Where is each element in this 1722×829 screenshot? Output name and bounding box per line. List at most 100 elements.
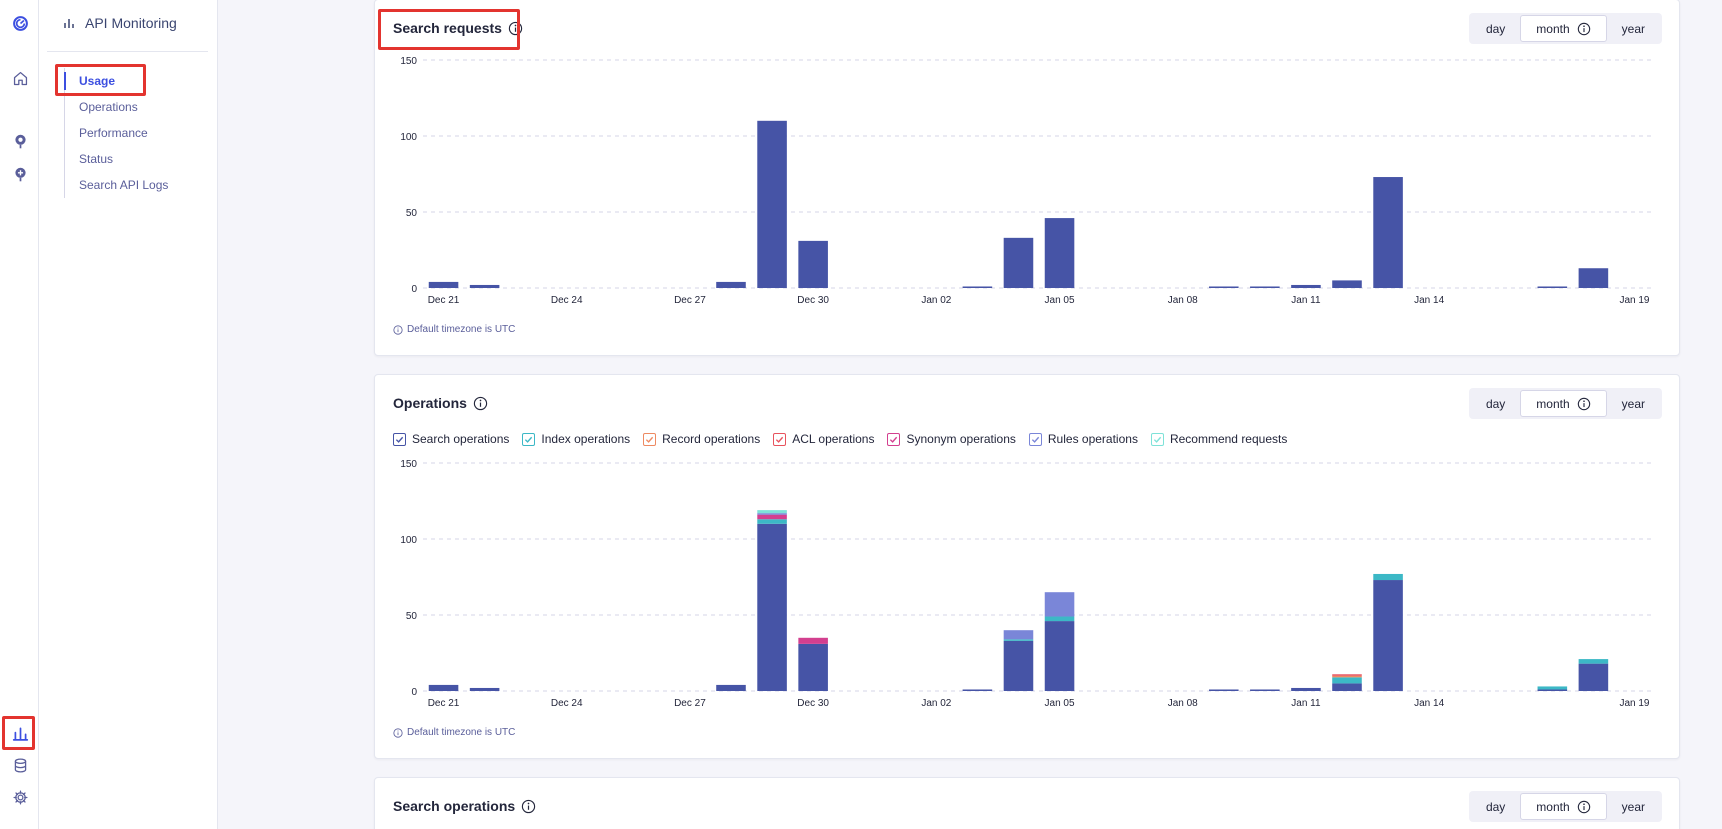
search-pin-icon[interactable]	[8, 129, 32, 153]
bar[interactable]	[1332, 674, 1362, 676]
legend-item-synonym-operations[interactable]: Synonym operations	[887, 432, 1016, 446]
bar[interactable]	[1373, 573, 1403, 581]
info-icon[interactable]	[521, 799, 536, 814]
legend-item-acl-operations[interactable]: ACL operations	[773, 432, 874, 446]
bar[interactable]	[1209, 286, 1239, 288]
bar[interactable]	[757, 523, 787, 691]
bar[interactable]	[1537, 286, 1568, 288]
nav-item-performance[interactable]: Performance	[65, 120, 204, 146]
bar[interactable]	[757, 510, 787, 514]
x-tick-label: Dec 30	[797, 698, 829, 709]
bar[interactable]	[757, 514, 787, 520]
legend-item-search-operations[interactable]: Search operations	[393, 432, 509, 446]
bar[interactable]	[1044, 218, 1075, 288]
checkbox-icon[interactable]	[522, 432, 536, 446]
bar[interactable]	[1003, 237, 1034, 288]
bar[interactable]	[1332, 677, 1362, 684]
bar[interactable]	[1373, 580, 1403, 691]
bar[interactable]	[1578, 268, 1609, 288]
bar[interactable]	[1332, 675, 1362, 678]
bar[interactable]	[757, 519, 787, 524]
secondary-nav: API Monitoring Usage Operations Performa…	[39, 0, 218, 829]
x-tick-label: Jan 02	[921, 295, 951, 306]
add-pin-icon[interactable]	[8, 162, 32, 186]
nav-item-status[interactable]: Status	[65, 146, 204, 172]
search-requests-chart-svg: 0 50 100 150 Dec 21 Dec 24 Dec 27 Dec 30 Jan 02 J…	[400, 56, 1655, 306]
period-year-button[interactable]: year	[1607, 390, 1660, 417]
period-month-button[interactable]: month	[1520, 15, 1607, 42]
checkbox-icon[interactable]	[393, 432, 406, 446]
bar[interactable]	[1250, 286, 1280, 288]
info-icon[interactable]	[473, 396, 488, 411]
bar[interactable]	[469, 687, 500, 691]
bar[interactable]	[1373, 177, 1403, 288]
period-year-button[interactable]: year	[1607, 15, 1660, 42]
x-tick-label: Jan 19	[1619, 698, 1649, 709]
period-day-button[interactable]: day	[1471, 390, 1520, 417]
bar[interactable]	[716, 281, 746, 288]
timezone-note-text: Default timezone is UTC	[407, 324, 516, 335]
bar[interactable]	[428, 281, 459, 288]
info-icon	[1577, 800, 1590, 813]
checkbox-icon[interactable]	[887, 432, 901, 446]
timezone-note-text: Default timezone is UTC	[407, 727, 516, 738]
bar[interactable]	[1291, 284, 1321, 288]
bar[interactable]	[962, 286, 993, 288]
bar[interactable]	[1291, 687, 1321, 691]
y-tick-label: 100	[400, 535, 417, 546]
bar[interactable]	[1578, 663, 1609, 691]
x-tick-label: Dec 30	[797, 295, 829, 306]
bar[interactable]	[428, 684, 459, 691]
bar[interactable]	[1209, 689, 1239, 691]
period-toggle: day month year	[1468, 791, 1662, 822]
bar[interactable]	[469, 284, 500, 288]
x-tick-label: Dec 27	[674, 295, 706, 306]
bar[interactable]	[798, 240, 828, 288]
bar[interactable]	[716, 684, 746, 691]
checkbox-icon[interactable]	[1028, 432, 1042, 446]
checkbox-icon[interactable]	[773, 432, 787, 446]
bar[interactable]	[1003, 639, 1034, 641]
legend-item-rules-operations[interactable]: Rules operations	[1028, 432, 1138, 446]
period-year-label: year	[1621, 396, 1645, 411]
period-day-button[interactable]: day	[1471, 793, 1520, 820]
legend-label: Index operations	[541, 432, 631, 446]
period-month-button[interactable]: month	[1520, 793, 1607, 820]
bar[interactable]	[1044, 616, 1075, 622]
bar[interactable]	[757, 513, 787, 515]
bar[interactable]	[1332, 280, 1362, 288]
legend-item-record-operations[interactable]: Record operations	[643, 432, 760, 446]
legend-item-recommend-requests[interactable]: Recommend requests	[1150, 432, 1287, 446]
checkbox-icon[interactable]	[643, 432, 657, 446]
bar[interactable]	[1044, 592, 1075, 617]
icon-rail	[0, 0, 39, 829]
period-day-button[interactable]: day	[1471, 15, 1520, 42]
bar[interactable]	[1537, 689, 1568, 691]
bar[interactable]	[1044, 621, 1075, 691]
home-icon[interactable]	[8, 66, 32, 90]
algolia-logo-icon[interactable]	[8, 11, 32, 35]
y-tick-label: 50	[406, 611, 418, 622]
bar[interactable]	[798, 637, 828, 644]
period-year-button[interactable]: year	[1607, 793, 1660, 820]
bar[interactable]	[757, 120, 787, 288]
database-icon[interactable]	[8, 753, 32, 777]
period-month-button[interactable]: month	[1520, 390, 1607, 417]
bar[interactable]	[798, 643, 828, 691]
bar[interactable]	[1003, 630, 1034, 640]
bar[interactable]	[1332, 683, 1362, 691]
y-tick-label: 150	[400, 459, 417, 470]
checkbox-icon[interactable]	[1150, 432, 1164, 446]
nav-item-operations[interactable]: Operations	[65, 94, 204, 120]
search-requests-card: Search requests day month year 0 50 100 150…	[374, 0, 1680, 356]
nav-item-search-api-logs[interactable]: Search API Logs	[65, 172, 204, 198]
bar[interactable]	[1003, 640, 1034, 691]
operations-chart-svg: 0 50 100 150 Dec 21 Dec 24 Dec 27 Dec 30 Jan 02 J…	[400, 459, 1655, 709]
bar[interactable]	[1250, 689, 1280, 691]
bar[interactable]	[962, 689, 993, 691]
bar[interactable]	[1578, 659, 1609, 664]
x-tick-label: Dec 27	[674, 698, 706, 709]
bar[interactable]	[1537, 686, 1568, 690]
gear-icon[interactable]	[8, 785, 32, 809]
legend-item-index-operations[interactable]: Index operations	[522, 432, 630, 446]
